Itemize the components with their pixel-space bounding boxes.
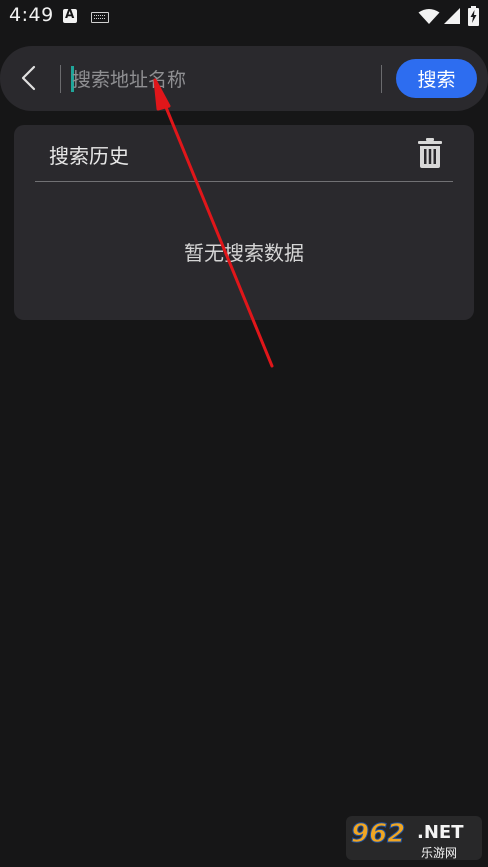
- search-button[interactable]: 搜索: [396, 59, 477, 98]
- chevron-left-icon: [21, 65, 36, 91]
- trash-icon: [418, 138, 442, 168]
- status-time: 4:49: [9, 4, 54, 26]
- battery-charging-icon: [468, 6, 479, 26]
- back-button[interactable]: [12, 58, 48, 98]
- search-input[interactable]: [70, 60, 374, 100]
- wifi-icon: [418, 9, 440, 24]
- keyboard-icon: [91, 12, 109, 23]
- svg-text:乐游网: 乐游网: [421, 846, 457, 860]
- history-title: 搜索历史: [49, 144, 129, 168]
- search-divider-left: [60, 65, 61, 93]
- svg-text:962: 962: [351, 819, 405, 849]
- a-notification-icon: A: [63, 7, 77, 23]
- status-bar: 4:49 A: [0, 0, 488, 34]
- site-watermark-logo: 962 .NET 乐游网: [345, 812, 483, 862]
- svg-text:.NET: .NET: [417, 822, 464, 843]
- search-history-card: 搜索历史 暂无搜索数据: [14, 125, 474, 320]
- empty-history-message: 暂无搜索数据: [184, 241, 304, 265]
- search-bar: 搜索: [0, 46, 488, 111]
- signal-icon: [444, 8, 460, 24]
- clear-history-button[interactable]: [416, 135, 444, 171]
- search-divider-right: [381, 65, 382, 93]
- history-divider: [35, 181, 453, 182]
